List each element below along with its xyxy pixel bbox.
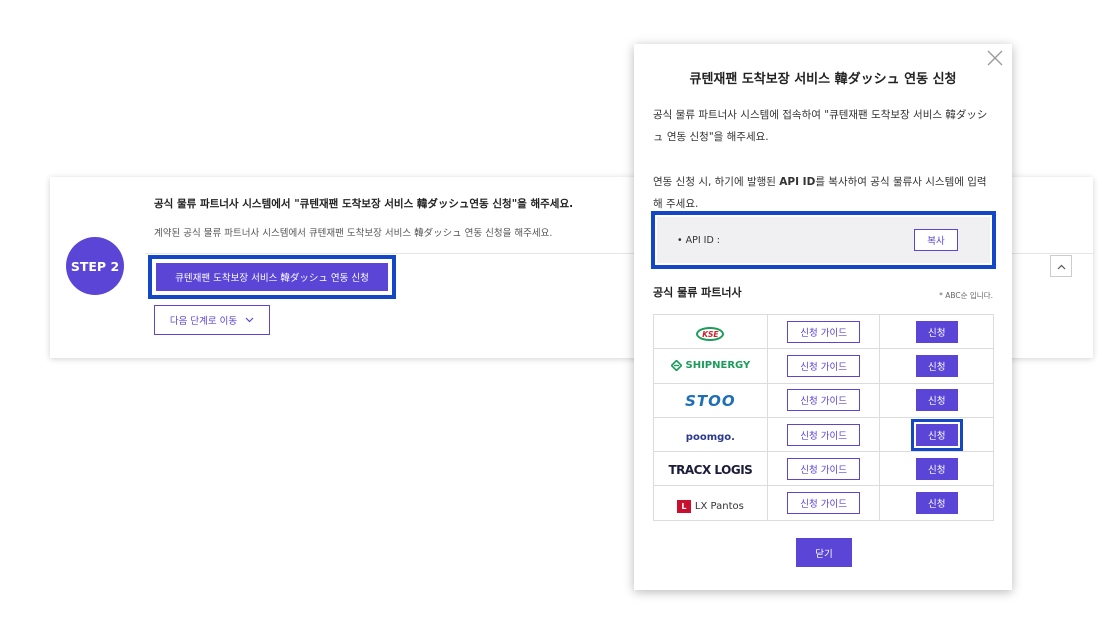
partners-table: KSE 신청 가이드 신청 SHIPNERGY 신청 가이드 신청 STOO 신… <box>653 313 994 521</box>
close-button[interactable]: 닫기 <box>796 538 852 567</box>
api-id-box: • API ID : 복사 <box>657 217 990 263</box>
apply-button-highlight: 큐텐재팬 도착보장 서비스 韓ダッシュ 연동 신청 <box>148 255 396 299</box>
table-row: KSE 신청 가이드 신청 <box>653 313 994 350</box>
page: STEP 2 공식 물류 파트너사 시스템에서 "큐텐재팬 도착보장 서비스 韓… <box>0 0 1107 618</box>
apply-button[interactable]: 신청 <box>915 389 958 412</box>
step-description: 계약된 공식 물류 파트너사 시스템에서 큐텐재팬 도착보장 서비스 韓ダッシュ… <box>154 228 553 239</box>
guide-button[interactable]: 신청 가이드 <box>787 320 861 343</box>
lx-pantos-logo: L LX Pantos <box>676 499 744 513</box>
modal-instruction: 공식 물류 파트너사 시스템에 접속하여 "큐텐재팬 도착보장 서비스 韓ダッシ… <box>653 109 988 143</box>
step-title: 공식 물류 파트너사 시스템에서 "큐텐재팬 도착보장 서비스 韓ダッシュ연동 … <box>154 198 574 210</box>
apply-button[interactable]: 신청 <box>915 457 958 480</box>
api-id-emphasis: API ID <box>779 176 816 188</box>
modal-title: 큐텐재팬 도착보장 서비스 韓ダッシュ 연동 신청 <box>689 72 957 87</box>
guide-button[interactable]: 신청 가이드 <box>787 354 861 377</box>
table-row: SHIPNERGY 신청 가이드 신청 <box>653 348 994 384</box>
copy-button[interactable]: 복사 <box>914 229 958 251</box>
partner-logo-cell: STOO <box>653 382 768 418</box>
lx-mark-icon: L <box>676 499 691 513</box>
api-instruction-part1: 연동 신청 시, 하기에 발행된 <box>653 176 780 188</box>
guide-button[interactable]: 신청 가이드 <box>787 457 861 480</box>
api-id-highlight: • API ID : 복사 <box>651 211 996 269</box>
partners-note: * ABC순 입니다. <box>939 291 993 300</box>
link-application-modal: 큐텐재팬 도착보장 서비스 韓ダッシュ 연동 신청 공식 물류 파트너사 시스템… <box>634 44 1012 590</box>
step-badge: STEP 2 <box>66 237 124 295</box>
next-step-button[interactable]: 다음 단계로 이동 <box>154 305 270 335</box>
apply-button[interactable]: 신청 <box>915 423 958 446</box>
apply-button[interactable]: 신청 <box>915 354 958 377</box>
guide-button[interactable]: 신청 가이드 <box>787 492 861 515</box>
partner-logo-cell: TRACX LOGIS <box>653 451 768 487</box>
close-icon[interactable] <box>984 48 1006 70</box>
poomgo-logo: poomgo. <box>685 432 735 444</box>
stoo-logo: STOO <box>685 391 736 410</box>
chevron-up-icon <box>1057 260 1066 273</box>
kse-logo: KSE <box>696 327 725 342</box>
table-row: L LX Pantos 신청 가이드 신청 <box>653 485 994 521</box>
api-id-label: • API ID : <box>677 234 721 246</box>
tracx-logis-logo: TRACX LOGIS <box>668 463 753 478</box>
partner-logo-cell: L LX Pantos <box>653 485 768 521</box>
apply-link-button[interactable]: 큐텐재팬 도착보장 서비스 韓ダッシュ 연동 신청 <box>156 263 388 291</box>
partners-title: 공식 물류 파트너사 <box>653 286 742 299</box>
next-step-label: 다음 단계로 이동 <box>169 316 238 327</box>
table-row: TRACX LOGIS 신청 가이드 신청 <box>653 451 994 487</box>
table-row: poomgo. 신청 가이드 신청 <box>653 416 994 453</box>
guide-button[interactable]: 신청 가이드 <box>787 423 861 446</box>
modal-api-instruction: 연동 신청 시, 하기에 발행된 API ID를 복사하여 공식 물류사 시스템… <box>653 171 993 215</box>
apply-button-highlight: 신청 <box>910 418 963 451</box>
partner-logo-cell: KSE <box>653 313 768 350</box>
collapse-button[interactable] <box>1050 255 1072 277</box>
guide-button[interactable]: 신청 가이드 <box>787 389 861 412</box>
apply-button[interactable]: 신청 <box>915 320 958 343</box>
apply-button[interactable]: 신청 <box>915 492 958 515</box>
table-row: STOO 신청 가이드 신청 <box>653 382 994 418</box>
partner-logo-cell: SHIPNERGY <box>653 348 768 384</box>
shipnergy-logo: SHIPNERGY <box>670 360 750 372</box>
partner-logo-cell: poomgo. <box>653 416 768 453</box>
chevron-down-icon <box>245 315 254 326</box>
